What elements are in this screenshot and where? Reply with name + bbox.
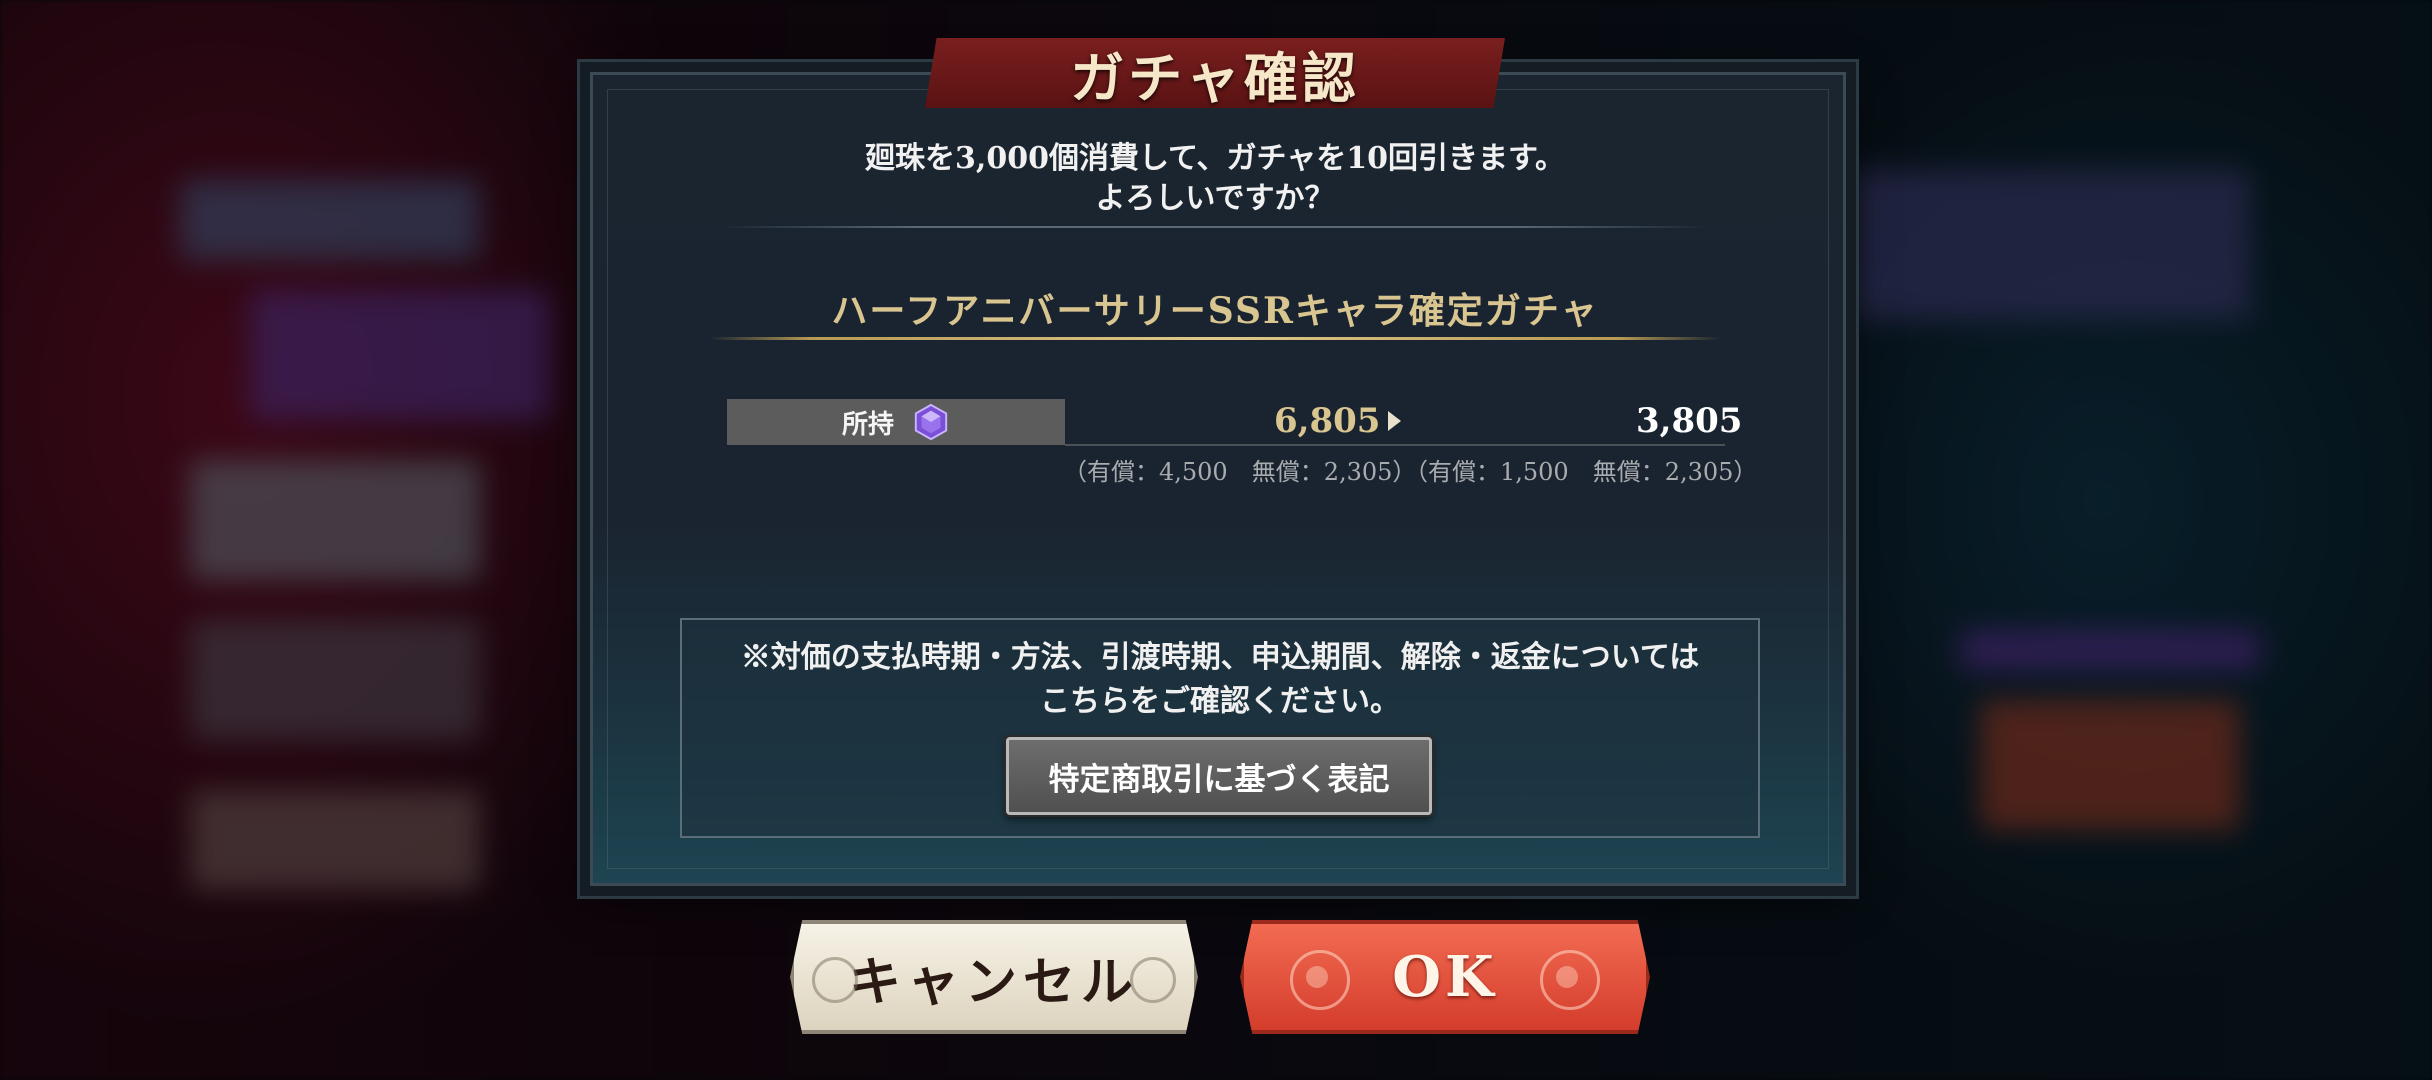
cancel-button[interactable]: キャンセル (790, 920, 1198, 1034)
owned-underline (1065, 444, 1725, 446)
gacha-name: ハーフアニバーサリーSSRキャラ確定ガチャ (831, 290, 1599, 332)
legal-notice-line1: ※対価の支払時期・方法、引渡時期、申込期間、解除・返金については (740, 640, 1700, 675)
owned-after-amount: 3,805 (1636, 401, 1743, 441)
owned-after-breakdown: （有償：1,500 無償：2,305） (1404, 458, 1758, 486)
ok-button[interactable]: OK (1240, 920, 1650, 1034)
arrow-right-icon (1388, 411, 1401, 431)
button-ornament-icon (1130, 957, 1176, 1003)
button-ornament-icon (812, 957, 858, 1003)
button-ornament-icon (1540, 950, 1600, 1010)
owned-label-box: 所持 (727, 399, 1065, 445)
commercial-law-button[interactable]: 特定商取引に基づく表記 (1006, 737, 1432, 815)
game-screen: ガチャ確認 廻珠を3,000個消費して、ガチャを10回引きます。 よろしいですか… (0, 0, 2432, 1080)
divider (720, 226, 1710, 228)
dialog-title: ガチャ確認 (1070, 45, 1360, 110)
confirm-message-line1: 廻珠を3,000個消費して、ガチャを10回引きます。 (865, 141, 1565, 176)
owned-before-breakdown: （有償：4,500 無償：2,305） (1063, 458, 1417, 486)
button-ornament-icon (1290, 950, 1350, 1010)
owned-before-amount: 6,805 (1274, 401, 1381, 441)
dialog-title-banner: ガチャ確認 (925, 38, 1505, 108)
gem-icon (912, 403, 950, 441)
cancel-button-label: キャンセル (848, 951, 1139, 1013)
gold-divider (710, 337, 1720, 340)
legal-notice-line2: こちらをご確認ください。 (1040, 684, 1400, 719)
owned-label: 所持 (841, 409, 894, 440)
confirm-message-line2: よろしいですか？ (1095, 181, 1335, 216)
ok-button-label: OK (1392, 944, 1498, 1010)
